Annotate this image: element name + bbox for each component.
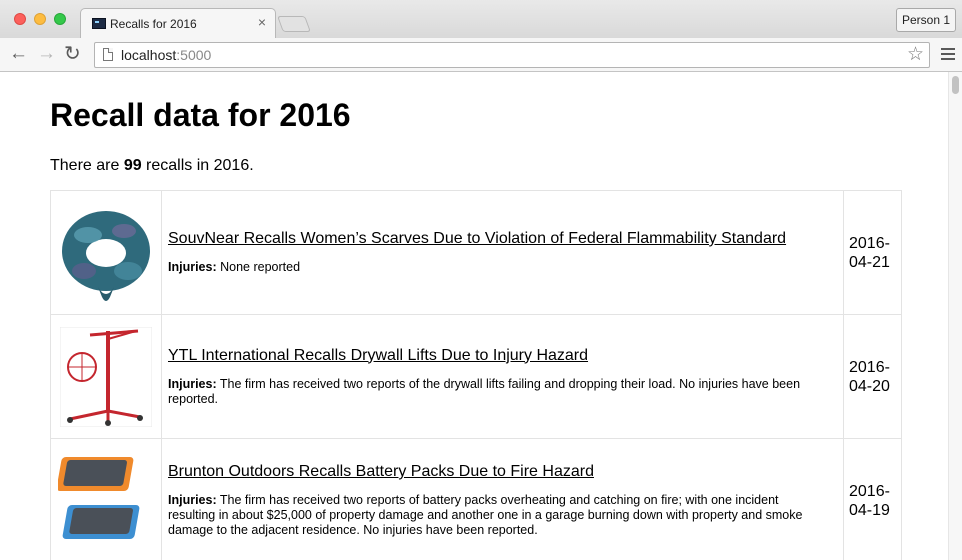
tab-title: Recalls for 2016: [110, 17, 197, 31]
recall-date-year: 2016-: [849, 358, 890, 376]
summary-prefix: There are: [50, 157, 124, 174]
new-tab-button[interactable]: [277, 16, 311, 32]
recalls-table: SouvNear Recalls Women’s Scarves Due to …: [50, 190, 902, 560]
injuries-label: Injuries:: [168, 260, 217, 274]
table-row: YTL International Recalls Drywall Lifts …: [50, 314, 902, 439]
page-icon: [103, 48, 113, 61]
recall-date-cell: 2016- 04-19: [843, 438, 902, 560]
hamburger-menu-icon[interactable]: [941, 48, 955, 63]
window-minimize-button[interactable]: [34, 13, 46, 25]
recall-injuries: Injuries: The firm has received two repo…: [168, 493, 843, 538]
injuries-text: The firm has received two reports of bat…: [168, 493, 803, 537]
injuries-text: The firm has received two reports of the…: [168, 376, 801, 406]
summary-suffix: recalls in 2016.: [141, 157, 254, 174]
recall-date-day: 04-19: [849, 501, 890, 519]
reload-icon[interactable]: ↻: [64, 43, 81, 65]
tab-close-icon[interactable]: ×: [258, 15, 266, 29]
recall-title-link[interactable]: Brunton Outdoors Recalls Battery Packs D…: [168, 463, 594, 481]
recall-date-year: 2016-: [849, 482, 890, 500]
injuries-label: Injuries:: [168, 493, 217, 507]
table-row: Brunton Outdoors Recalls Battery Packs D…: [50, 438, 902, 560]
recall-date-cell: 2016- 04-21: [843, 190, 902, 315]
back-arrow-icon[interactable]: ←: [9, 43, 28, 65]
url-text[interactable]: localhost:5000: [121, 47, 211, 63]
scarf-image: [62, 210, 150, 301]
scrollbar-thumb[interactable]: [952, 76, 959, 94]
recall-image-cell: [50, 314, 162, 439]
recall-title-link[interactable]: SouvNear Recalls Women’s Scarves Due to …: [168, 230, 786, 248]
recall-date-cell: 2016- 04-20: [843, 314, 902, 439]
url-port: :5000: [176, 47, 212, 63]
drywall-lift-image: [60, 326, 152, 427]
recall-info-cell: SouvNear Recalls Women’s Scarves Due to …: [161, 190, 844, 315]
battery-pack-image: [58, 456, 140, 539]
recall-date-day: 04-20: [849, 377, 890, 395]
recall-injuries: Injuries: The firm has received two repo…: [168, 377, 843, 407]
recall-date-day: 04-21: [849, 253, 890, 271]
table-row: SouvNear Recalls Women’s Scarves Due to …: [50, 190, 902, 315]
recall-summary: There are 99 recalls in 2016.: [50, 157, 254, 175]
injuries-text: None reported: [220, 260, 301, 274]
address-bar[interactable]: localhost:5000 ☆: [94, 42, 930, 68]
window-close-button[interactable]: [14, 13, 26, 25]
profile-button[interactable]: Person 1: [896, 8, 956, 32]
url-host: localhost: [121, 47, 177, 63]
recall-injuries: Injuries: None reported: [168, 260, 843, 275]
browser-tab[interactable]: Recalls for 2016 ×: [80, 8, 276, 38]
forward-arrow-icon[interactable]: →: [37, 43, 56, 65]
window-maximize-button[interactable]: [54, 13, 66, 25]
recall-info-cell: Brunton Outdoors Recalls Battery Packs D…: [161, 438, 844, 560]
recall-image-cell: [50, 438, 162, 560]
recall-date-year: 2016-: [849, 234, 890, 252]
terminal-favicon-icon: [92, 18, 106, 29]
recall-count: 99: [123, 157, 142, 174]
page-viewport: Recall data for 2016 There are 99 recall…: [0, 72, 962, 560]
injuries-label: Injuries:: [168, 376, 217, 391]
page-title: Recall data for 2016: [50, 97, 351, 133]
recall-title-link[interactable]: YTL International Recalls Drywall Lifts …: [168, 347, 588, 365]
browser-toolbar: ← → ↻ localhost:5000 ☆: [0, 38, 962, 72]
recall-info-cell: YTL International Recalls Drywall Lifts …: [161, 314, 844, 439]
bookmark-star-icon[interactable]: ☆: [907, 44, 924, 66]
browser-titlebar: Recalls for 2016 × Person 1: [0, 0, 962, 38]
page-scrollbar[interactable]: [948, 72, 962, 560]
recall-image-cell: [50, 190, 162, 315]
